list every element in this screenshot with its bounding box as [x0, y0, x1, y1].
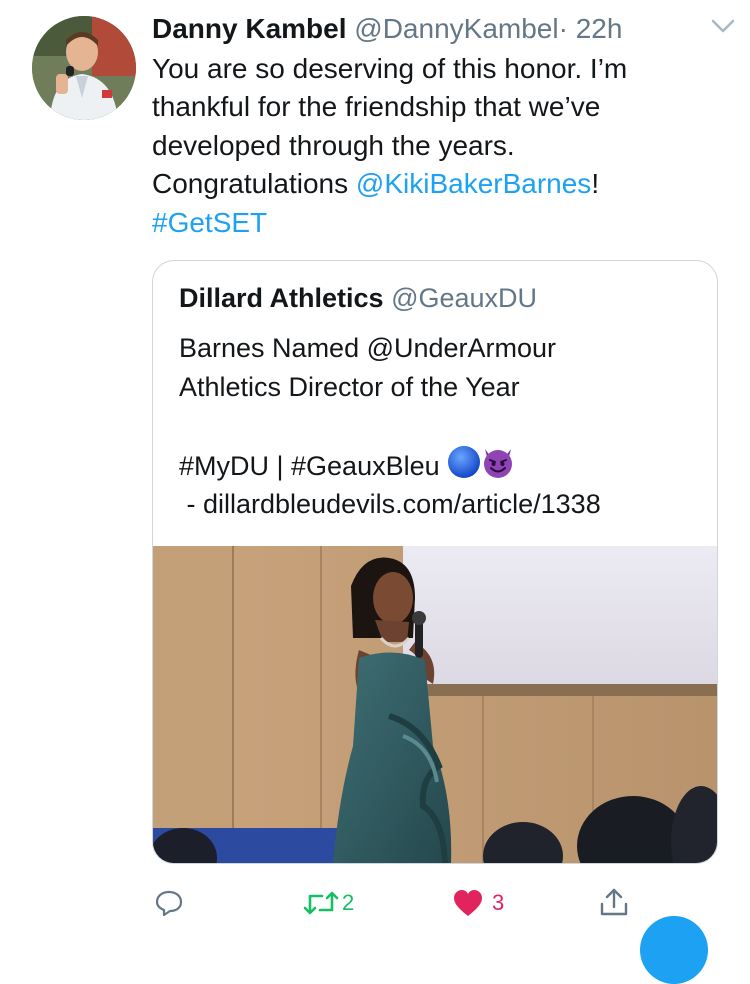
retweet-icon	[303, 891, 339, 915]
article-link[interactable]: - dillardbleudevils.com/article/1338	[179, 485, 699, 524]
quoted-tweet-text: Barnes Named @UnderArmour Athletics Dire…	[179, 329, 699, 524]
blue-circle-icon	[448, 445, 481, 478]
retweet-button[interactable]: 2	[302, 888, 354, 918]
like-button[interactable]: 3	[452, 888, 504, 918]
quoted-tweet-header: Dillard Athletics @GeauxDU	[179, 281, 537, 315]
quoted-tweet-photo[interactable]	[153, 546, 717, 863]
quoted-text-line-with-emoji: #MyDU | #GeauxBleu	[179, 445, 699, 486]
hashtag-link[interactable]: #GetSET	[152, 207, 267, 238]
retweet-count: 2	[342, 890, 355, 915]
tweet-text-prefix: Congratulations	[152, 168, 356, 200]
like-count: 3	[492, 890, 505, 915]
quoted-tweet-card[interactable]: Dillard Athletics @GeauxDU Barnes Named …	[152, 260, 718, 864]
author-avatar[interactable]	[32, 16, 136, 120]
author-handle[interactable]: @DannyKambel	[354, 13, 558, 44]
quoted-hashtags: #MyDU | #GeauxBleu	[179, 450, 440, 481]
reply-button[interactable]	[154, 888, 184, 918]
tweet-text-line: developed through the years.	[152, 129, 515, 161]
share-button[interactable]	[598, 886, 630, 918]
chevron-down-icon[interactable]	[710, 18, 736, 34]
separator-dot: ·	[558, 13, 568, 44]
tweet-text-line: Congratulations @KikiBakerBarnes!	[152, 165, 712, 203]
compose-tweet-button[interactable]	[640, 916, 708, 984]
tweet-action-bar: 2 3	[0, 880, 750, 928]
smiling-imp-icon	[484, 448, 513, 478]
tweet-header: Danny Kambel @DannyKambel· 22h	[152, 12, 730, 48]
tweet-text-line: You are so deserving of this honor. I’m	[152, 53, 628, 84]
tweet-timestamp[interactable]: 22h	[576, 13, 623, 44]
avatar-photo	[32, 16, 136, 120]
tweet-text-suffix: !	[591, 168, 600, 200]
quoted-text-line: Barnes Named @UnderArmour	[179, 333, 557, 363]
quoted-text-line: Athletics Director of the Year	[179, 371, 520, 402]
mention-link[interactable]: @KikiBakerBarnes	[356, 168, 591, 199]
tweet-text-line: thankful for the friendship that we’ve	[152, 91, 601, 123]
quoted-author-handle: @GeauxDU	[391, 283, 538, 313]
reply-icon	[155, 890, 183, 917]
quoted-author-name: Dillard Athletics	[179, 283, 384, 313]
heart-icon	[454, 890, 482, 916]
tweet-text: You are so deserving of this honor. I’m …	[152, 50, 712, 242]
author-name[interactable]: Danny Kambel	[152, 13, 347, 44]
share-icon	[600, 888, 628, 916]
